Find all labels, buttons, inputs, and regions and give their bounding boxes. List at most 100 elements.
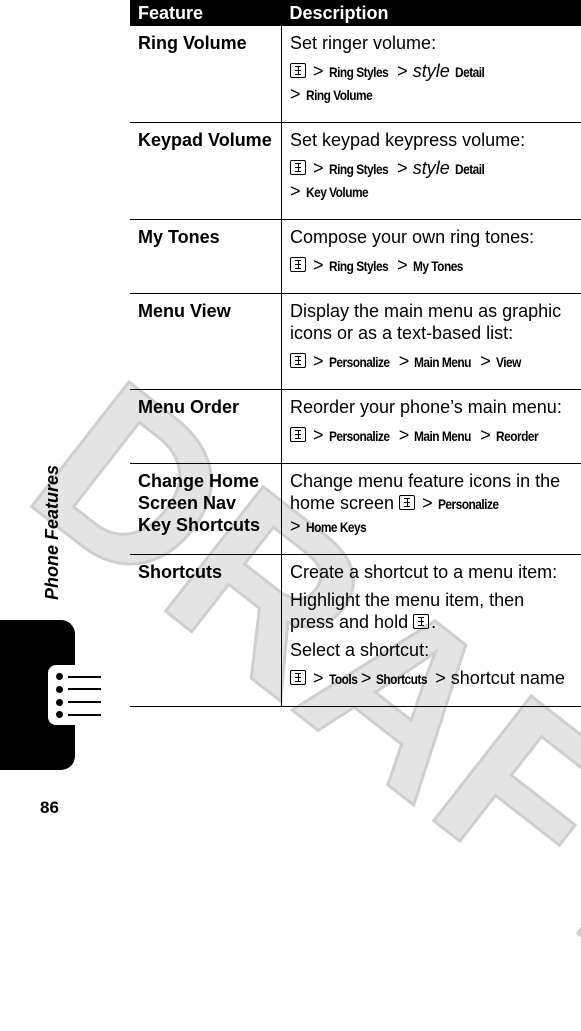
table-row: My TonesCompose your own ring tones: > R… [130,220,581,294]
description-text: > [394,351,415,371]
menu-path-item: My Tones [413,255,463,277]
table-row: Menu ViewDisplay the main menu as graphi… [130,294,581,390]
description-text [450,158,455,178]
description-text: > [417,493,438,513]
description-text: > [308,425,329,445]
tab-notch [48,665,78,725]
description-text: > [475,351,496,371]
menu-path-item: Shortcuts [376,668,427,690]
description-line: > Personalize > Main Menu > View [290,350,573,373]
menu-key-icon [290,63,306,78]
description-line: Change menu feature icons in the home sc… [290,470,573,538]
feature-description: Set ringer volume: > Ring Styles > style… [282,26,581,123]
menu-key-icon [399,495,415,510]
description-text: > [392,255,413,275]
feature-name: Shortcuts [130,555,282,707]
menu-path-item: Detail [455,61,484,83]
menu-path-item: Detail [455,158,484,180]
description-text: > [308,668,329,688]
menu-path-item: Ring Volume [306,84,372,106]
description-text: style [413,158,450,178]
description-line: Set keypad keypress volume: [290,129,573,151]
menu-path-item: Tools [329,668,357,690]
description-text: Set ringer volume: [290,33,436,53]
menu-path-item: Ring Styles [329,255,388,277]
menu-path-item: Key Volume [306,181,368,203]
menu-key-icon [290,160,306,175]
description-text: > [308,255,329,275]
description-text: Reorder your phone’s main menu: [290,397,562,417]
feature-name: Menu Order [130,390,282,464]
description-line: Display the main menu as graphic icons o… [290,300,573,344]
description-line: Reorder your phone’s main menu: [290,396,573,418]
description-line: Set ringer volume: [290,32,573,54]
description-text: > [475,425,496,445]
table-row: Ring VolumeSet ringer volume: > Ring Sty… [130,26,581,123]
description-text: > [290,181,306,201]
feature-description: Display the main menu as graphic icons o… [282,294,581,390]
description-line: Create a shortcut to a menu item: [290,561,573,583]
description-text: Select a shortcut: [290,640,429,660]
menu-path-item: Personalize [438,493,499,515]
description-line: Select a shortcut: [290,639,573,661]
description-line: > Personalize > Main Menu > Reorder [290,424,573,447]
menu-key-icon [290,353,306,368]
description-text: > [308,158,329,178]
description-line: Highlight the menu item, then press and … [290,589,573,633]
description-text: style [413,61,450,81]
feature-description: Compose your own ring tones: > Ring Styl… [282,220,581,294]
feature-description: Create a shortcut to a menu item: Highlig… [282,555,581,707]
menu-path-item: Reorder [496,425,538,447]
table-row: Menu OrderReorder your phone’s main menu… [130,390,581,464]
description-line: Compose your own ring tones: [290,226,573,248]
description-text: > [356,668,377,688]
description-text: . [431,612,436,632]
menu-path-item: Ring Styles [329,61,388,83]
menu-key-icon [290,427,306,442]
description-text: Create a shortcut to a menu item: [290,562,557,582]
feature-name: Menu View [130,294,282,390]
description-line: > Ring Styles > My Tones [290,254,573,277]
description-text: > [290,84,306,104]
menu-key-icon [290,257,306,272]
table-row: ShortcutsCreate a shortcut to a menu ite… [130,555,581,707]
menu-path-item: Home Keys [306,516,366,538]
description-line: > Tools > Shortcuts > shortcut name [290,667,573,690]
menu-path-item: Ring Styles [329,158,388,180]
description-line: > Ring Styles > style Detail > Key Volume [290,157,573,203]
description-text: > shortcut name [430,668,565,688]
description-text: Compose your own ring tones: [290,227,534,247]
description-text: > [394,425,415,445]
menu-path-item: View [496,351,521,373]
feature-description: Set keypad keypress volume: > Ring Style… [282,123,581,220]
menu-path-item: Main Menu [414,351,471,373]
feature-name: Ring Volume [130,26,282,123]
menu-path-item: Main Menu [414,425,471,447]
page-number: 86 [40,798,59,818]
description-text: Display the main menu as graphic icons o… [290,301,561,343]
feature-table: Feature Description Ring VolumeSet ringe… [130,0,581,707]
menu-path-item: Personalize [329,351,390,373]
description-text: > [308,61,329,81]
table-row: Change Home Screen Nav Key ShortcutsChan… [130,464,581,555]
header-feature: Feature [130,0,282,26]
feature-name: Keypad Volume [130,123,282,220]
feature-name: Change Home Screen Nav Key Shortcuts [130,464,282,555]
section-label: Phone Features [42,465,63,600]
feature-description: Reorder your phone’s main menu: > Person… [282,390,581,464]
description-text [450,61,455,81]
table-row: Keypad VolumeSet keypad keypress volume:… [130,123,581,220]
header-description: Description [282,0,581,26]
menu-key-icon [290,670,306,685]
description-line: > Ring Styles > style Detail > Ring Volum… [290,60,573,106]
description-text: > [308,351,329,371]
description-text: > [392,158,413,178]
menu-key-icon [413,614,429,629]
description-text: > [290,516,306,536]
menu-path-item: Personalize [329,425,390,447]
description-text: > [392,61,413,81]
description-text: Set keypad keypress volume: [290,130,525,150]
feature-name: My Tones [130,220,282,294]
feature-description: Change menu feature icons in the home sc… [282,464,581,555]
description-text: Highlight the menu item, then press and … [290,590,524,632]
